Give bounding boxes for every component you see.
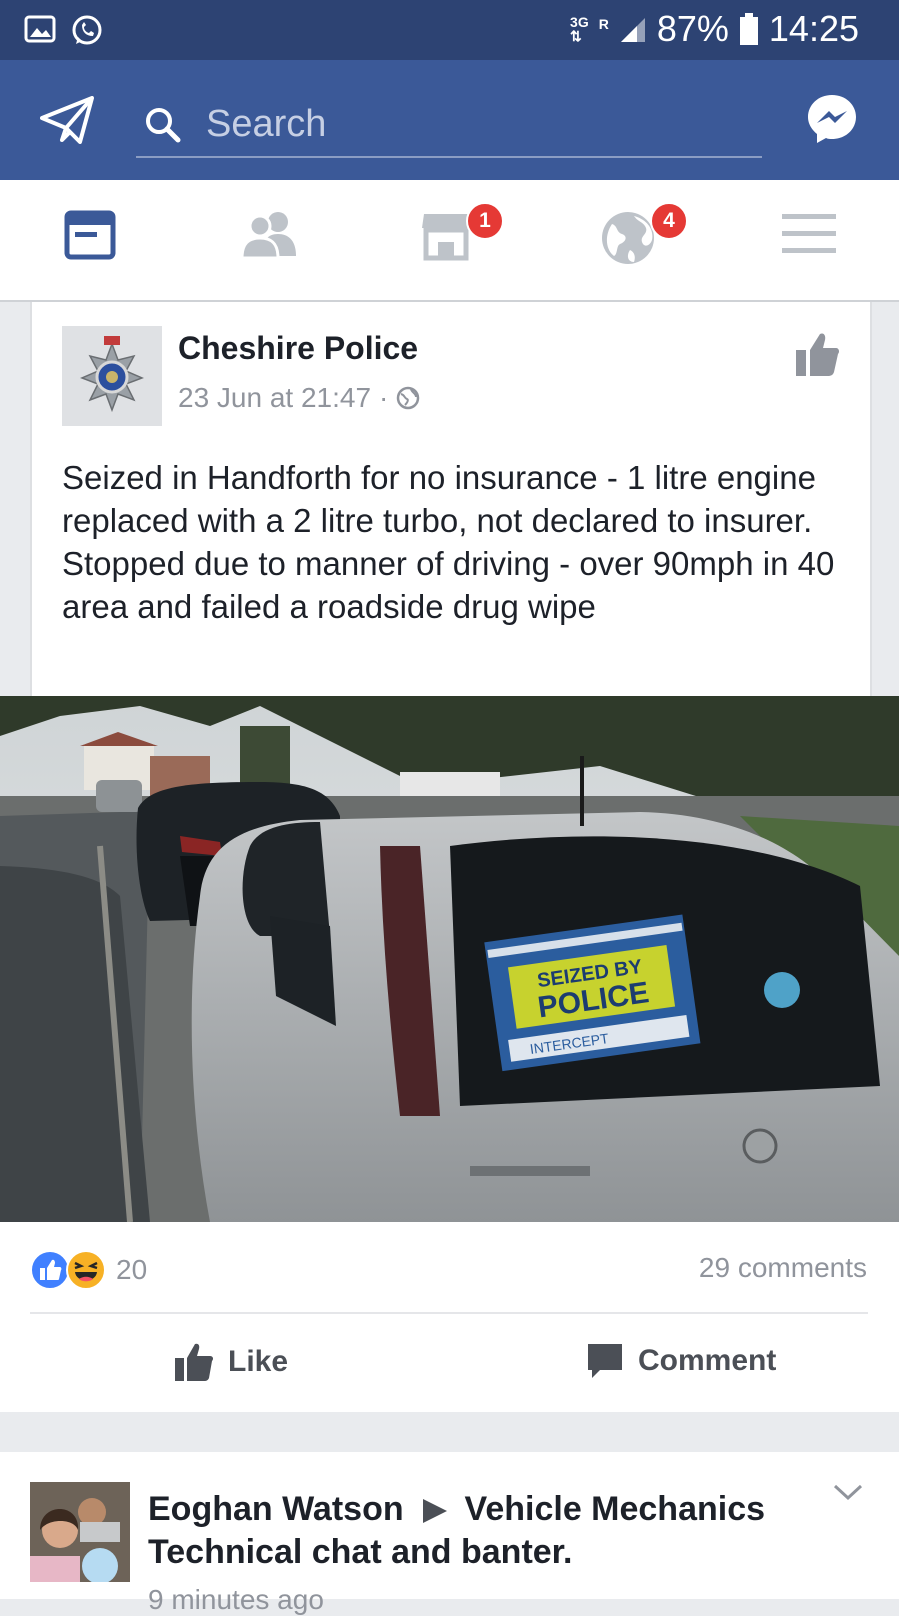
tab-marketplace[interactable]: 1 [420, 202, 504, 270]
next-post-title: Eoghan Watson Vehicle Mechanics Technica… [148, 1488, 808, 1574]
like-label: Like [228, 1345, 289, 1378]
clock: 14:25 [768, 8, 859, 49]
search-box[interactable] [136, 90, 762, 158]
comment-label: Comment [638, 1344, 777, 1377]
tab-notifications[interactable]: 4 [600, 202, 688, 270]
thumbs-up-icon [175, 1343, 214, 1381]
marketplace-icon [422, 214, 470, 261]
chevron-down-icon[interactable] [833, 1482, 863, 1502]
tab-bar: 1 4 [0, 180, 899, 302]
tab-menu[interactable] [782, 210, 852, 270]
post-card: Cheshire Police 23 Jun at 21:47 · Seized… [30, 302, 872, 696]
signal-icon [620, 18, 645, 42]
post-footer: 20 29 comments Like Comment [0, 1222, 899, 1412]
network-type-indicator: 3G ⇅ [570, 15, 589, 43]
globe-privacy-icon [397, 386, 420, 410]
seized-car-photo: SEIZED BY POLICE INTERCEPT [0, 696, 899, 1222]
user-avatar[interactable] [30, 1482, 130, 1582]
status-indicators: 3G ⇅ R 87% 14:25 [570, 8, 859, 50]
paper-plane-icon[interactable] [40, 96, 94, 144]
news-feed-icon [64, 210, 116, 260]
messenger-icon[interactable] [805, 92, 859, 146]
comments-count[interactable]: 29 comments [699, 1252, 867, 1284]
next-post-author[interactable]: Eoghan Watson [148, 1490, 404, 1528]
top-bar [0, 60, 899, 180]
police-star-logo [62, 326, 162, 426]
comment-button[interactable]: Comment [586, 1342, 776, 1380]
globe-icon [602, 212, 654, 264]
page-like-icon[interactable] [794, 330, 840, 378]
tab-friends[interactable] [238, 210, 308, 270]
marketplace-badge: 1 [466, 202, 504, 240]
reactions-summary[interactable]: 20 [30, 1250, 147, 1290]
notifications-badge: 4 [650, 202, 688, 240]
like-button[interactable]: Like [174, 1342, 288, 1382]
page-avatar[interactable] [62, 326, 162, 426]
roaming-indicator: R [598, 16, 609, 32]
post-author[interactable]: Cheshire Police [178, 330, 418, 367]
meta-separator: · [379, 382, 389, 413]
status-notification-icons [24, 14, 104, 48]
tab-news-feed[interactable] [64, 210, 134, 270]
whatsapp-icon [72, 15, 102, 45]
user-photo [30, 1482, 130, 1582]
battery-percent: 87% [656, 8, 729, 49]
haha-reaction-icon [66, 1250, 106, 1290]
gallery-icon [24, 15, 56, 43]
next-post-time: 9 minutes ago [148, 1584, 324, 1615]
friends-icon [240, 212, 296, 260]
battery-icon [739, 13, 758, 45]
reaction-count: 20 [116, 1254, 148, 1285]
data-arrows: ⇅ [570, 28, 582, 44]
search-input[interactable] [204, 98, 748, 150]
menu-icon [782, 214, 836, 253]
next-post-card: Eoghan Watson Vehicle Mechanics Technica… [0, 1452, 899, 1615]
post-photo[interactable]: SEIZED BY POLICE INTERCEPT [0, 696, 899, 1222]
arrow-right-icon [423, 1499, 448, 1524]
network-type: 3G [570, 14, 589, 30]
like-reaction-icon [30, 1250, 70, 1290]
post-text: Seized in Handforth for no insurance - 1… [62, 459, 835, 625]
footer-divider [30, 1312, 868, 1314]
status-bar: 3G ⇅ R 87% 14:25 [0, 0, 899, 60]
post-meta: 23 Jun at 21:47 · [178, 382, 420, 414]
comment-icon [588, 1344, 622, 1378]
search-icon [146, 108, 181, 143]
post-timestamp[interactable]: 23 Jun at 21:47 [178, 382, 371, 414]
